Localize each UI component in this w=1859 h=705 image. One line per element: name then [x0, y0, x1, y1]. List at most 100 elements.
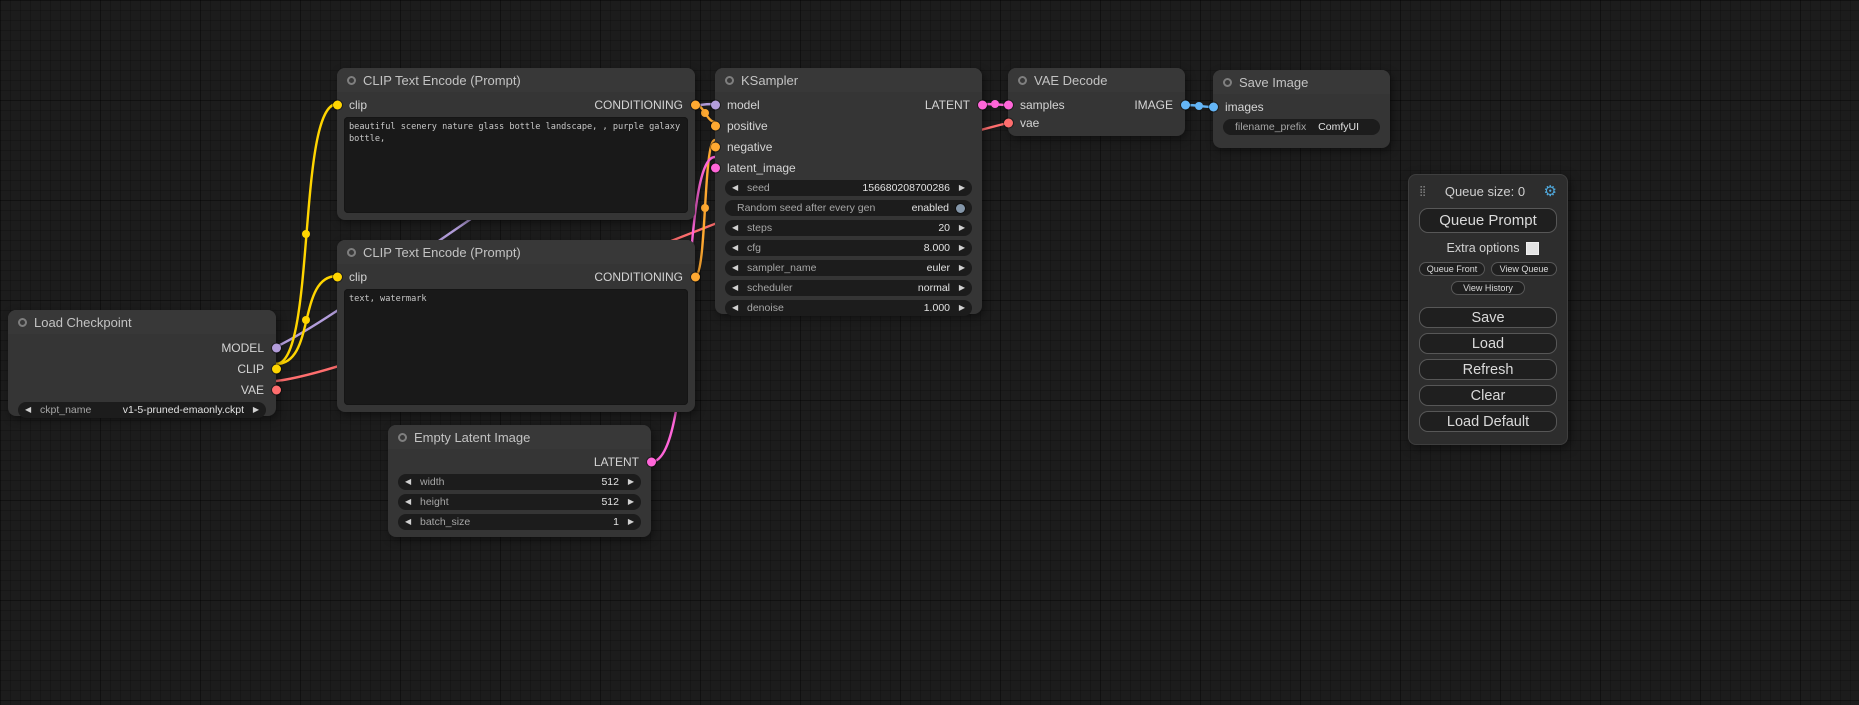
node-title: CLIP Text Encode (Prompt)	[363, 73, 521, 88]
decrement-arrow-icon[interactable]: ◀	[25, 406, 35, 414]
collapse-icon[interactable]	[398, 433, 407, 442]
prompt-textarea[interactable]: text, watermark	[344, 289, 688, 405]
queue-front-button[interactable]: Queue Front	[1419, 262, 1485, 276]
increment-arrow-icon[interactable]: ▶	[624, 478, 634, 486]
increment-arrow-icon[interactable]: ▶	[955, 224, 965, 232]
decrement-arrow-icon[interactable]: ◀	[732, 284, 742, 292]
view-queue-button[interactable]: View Queue	[1491, 262, 1557, 276]
filename-prefix-widget[interactable]: filename_prefix ComfyUI	[1223, 119, 1380, 135]
conditioning-output-slot[interactable]	[691, 272, 700, 281]
decrement-arrow-icon[interactable]: ◀	[405, 478, 415, 486]
collapse-icon[interactable]	[347, 76, 356, 85]
clip-input-slot[interactable]	[333, 272, 342, 281]
slot-row: negative	[715, 138, 982, 155]
node-title-bar[interactable]: VAE Decode	[1008, 68, 1185, 92]
random-seed-toggle-widget[interactable]: Random seed after every gen enabled	[725, 200, 972, 216]
widget-value: 8.000	[924, 242, 950, 254]
slot-row: clip CONDITIONING	[337, 268, 695, 285]
widget-value: 512	[601, 476, 619, 488]
scheduler-widget[interactable]: ◀ scheduler normal ▶	[725, 280, 972, 296]
seed-widget[interactable]: ◀ seed 156680208700286 ▶	[725, 180, 972, 196]
node-empty-latent-image[interactable]: Empty Latent Image LATENT ◀ width 512 ▶ …	[388, 425, 651, 537]
vae-input-slot[interactable]	[1004, 119, 1013, 128]
node-vae-decode[interactable]: VAE Decode samples IMAGE vae	[1008, 68, 1185, 136]
node-load-checkpoint[interactable]: Load Checkpoint MODEL CLIP VAE ◀ ckpt_na…	[8, 310, 276, 416]
collapse-icon[interactable]	[18, 318, 27, 327]
width-widget[interactable]: ◀ width 512 ▶	[398, 474, 641, 490]
decrement-arrow-icon[interactable]: ◀	[732, 224, 742, 232]
decrement-arrow-icon[interactable]: ◀	[732, 304, 742, 312]
wire-midpoint-dot	[701, 204, 709, 212]
collapse-icon[interactable]	[347, 248, 356, 257]
images-input-slot[interactable]	[1209, 102, 1218, 111]
extra-options-checkbox[interactable]	[1526, 242, 1539, 255]
node-save-image[interactable]: Save Image images filename_prefix ComfyU…	[1213, 70, 1390, 148]
sampler-name-widget[interactable]: ◀ sampler_name euler ▶	[725, 260, 972, 276]
ckpt-name-widget[interactable]: ◀ ckpt_name v1-5-pruned-emaonly.ckpt ▶	[18, 402, 266, 418]
load-button[interactable]: Load	[1419, 333, 1557, 354]
save-button[interactable]: Save	[1419, 307, 1557, 328]
node-title: Load Checkpoint	[34, 315, 132, 330]
samples-input-slot[interactable]	[1004, 101, 1013, 110]
input-label: model	[727, 98, 760, 112]
decrement-arrow-icon[interactable]: ◀	[405, 518, 415, 526]
image-output-slot[interactable]	[1181, 101, 1190, 110]
decrement-arrow-icon[interactable]: ◀	[405, 498, 415, 506]
conditioning-output-slot[interactable]	[691, 100, 700, 109]
drag-handle-icon[interactable]: ⣿	[1419, 186, 1426, 197]
increment-arrow-icon[interactable]: ▶	[955, 284, 965, 292]
node-title-bar[interactable]: Empty Latent Image	[388, 425, 651, 449]
decrement-arrow-icon[interactable]: ◀	[732, 184, 742, 192]
slot-row: images	[1213, 98, 1390, 115]
increment-arrow-icon[interactable]: ▶	[249, 406, 259, 414]
latent-output-slot[interactable]	[978, 100, 987, 109]
node-title-bar[interactable]: KSampler	[715, 68, 982, 92]
node-graph-canvas[interactable]: Load Checkpoint MODEL CLIP VAE ◀ ckpt_na…	[0, 0, 1859, 705]
negative-input-slot[interactable]	[711, 142, 720, 151]
increment-arrow-icon[interactable]: ▶	[955, 304, 965, 312]
increment-arrow-icon[interactable]: ▶	[955, 244, 965, 252]
vae-output-slot[interactable]	[272, 385, 281, 394]
latent-output-slot[interactable]	[647, 457, 656, 466]
prompt-textarea[interactable]: beautiful scenery nature glass bottle la…	[344, 117, 688, 213]
latent-image-input-slot[interactable]	[711, 163, 720, 172]
cfg-widget[interactable]: ◀ cfg 8.000 ▶	[725, 240, 972, 256]
denoise-widget[interactable]: ◀ denoise 1.000 ▶	[725, 300, 972, 316]
view-history-button[interactable]: View History	[1451, 281, 1525, 295]
extra-options-row: Extra options	[1419, 241, 1557, 255]
refresh-button[interactable]: Refresh	[1419, 359, 1557, 380]
node-title-bar[interactable]: CLIP Text Encode (Prompt)	[337, 240, 695, 264]
node-title-bar[interactable]: CLIP Text Encode (Prompt)	[337, 68, 695, 92]
clip-output-slot[interactable]	[272, 364, 281, 373]
collapse-icon[interactable]	[1018, 76, 1027, 85]
node-ksampler[interactable]: KSampler model LATENT positive negative …	[715, 68, 982, 314]
extra-options-label: Extra options	[1447, 241, 1520, 255]
steps-widget[interactable]: ◀ steps 20 ▶	[725, 220, 972, 236]
batch-size-widget[interactable]: ◀ batch_size 1 ▶	[398, 514, 641, 530]
node-clip-text-encode-negative[interactable]: CLIP Text Encode (Prompt) clip CONDITION…	[337, 240, 695, 412]
decrement-arrow-icon[interactable]: ◀	[732, 244, 742, 252]
node-title-bar[interactable]: Save Image	[1213, 70, 1390, 94]
model-input-slot[interactable]	[711, 100, 720, 109]
height-widget[interactable]: ◀ height 512 ▶	[398, 494, 641, 510]
clip-input-slot[interactable]	[333, 100, 342, 109]
decrement-arrow-icon[interactable]: ◀	[732, 264, 742, 272]
toggle-indicator-icon[interactable]	[956, 204, 965, 213]
increment-arrow-icon[interactable]: ▶	[955, 184, 965, 192]
increment-arrow-icon[interactable]: ▶	[955, 264, 965, 272]
settings-gear-icon[interactable]: ⚙	[1544, 184, 1557, 199]
clear-button[interactable]: Clear	[1419, 385, 1557, 406]
load-default-button[interactable]: Load Default	[1419, 411, 1557, 432]
node-clip-text-encode-positive[interactable]: CLIP Text Encode (Prompt) clip CONDITION…	[337, 68, 695, 220]
queue-prompt-button[interactable]: Queue Prompt	[1419, 208, 1557, 233]
model-output-slot[interactable]	[272, 343, 281, 352]
node-title-bar[interactable]: Load Checkpoint	[8, 310, 276, 334]
increment-arrow-icon[interactable]: ▶	[624, 498, 634, 506]
widget-name: batch_size	[420, 516, 470, 528]
slot-row: CLIP	[8, 360, 276, 377]
positive-input-slot[interactable]	[711, 121, 720, 130]
collapse-icon[interactable]	[725, 76, 734, 85]
collapse-icon[interactable]	[1223, 78, 1232, 87]
widget-value: 20	[938, 222, 950, 234]
increment-arrow-icon[interactable]: ▶	[624, 518, 634, 526]
